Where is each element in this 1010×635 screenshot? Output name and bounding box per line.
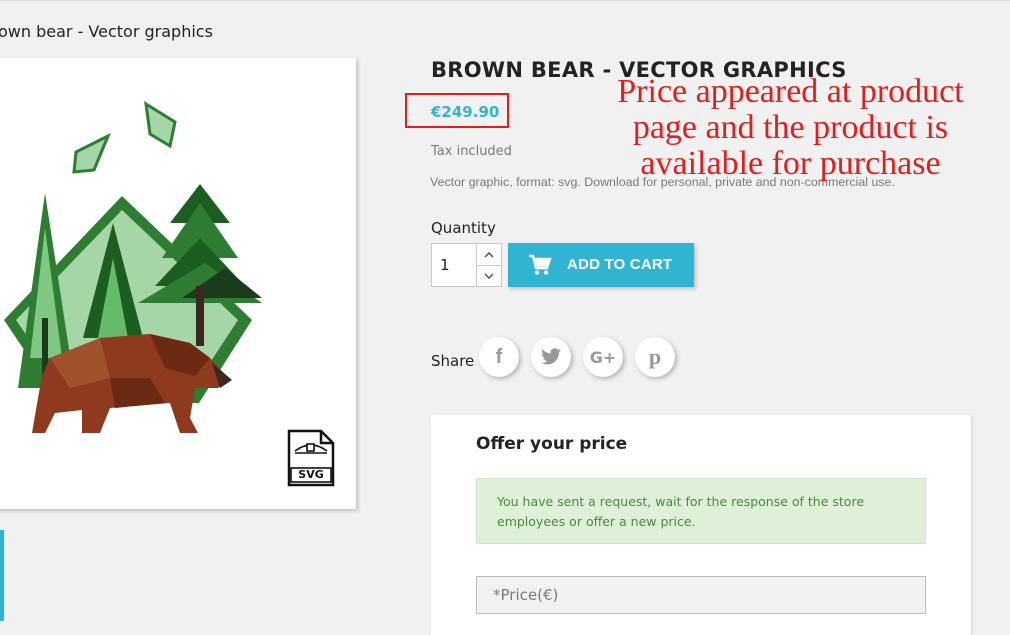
quantity-buttons — [476, 244, 501, 286]
quantity-input[interactable] — [432, 244, 478, 286]
add-to-cart-button[interactable]: ADD TO CART — [508, 243, 694, 287]
facebook-icon: f — [495, 345, 503, 368]
product-image-card[interactable]: SVG — [0, 58, 356, 509]
quantity-label: Quantity — [431, 219, 496, 237]
top-divider — [0, 0, 1010, 1]
google-plus-icon: G+ — [589, 347, 617, 367]
quantity-decrease-button[interactable] — [477, 265, 501, 286]
annotation-line-2: page and the product is — [632, 109, 949, 146]
share-label: Share — [431, 352, 475, 370]
annotation-text: Price appeared at product page and the p… — [588, 74, 993, 182]
pinterest-icon: p — [648, 344, 662, 369]
product-image-bear: SVG — [4, 101, 335, 487]
annotation-line-1: Price appeared at product — [617, 73, 964, 110]
pinterest-share-button[interactable]: p — [635, 337, 675, 377]
twitter-icon — [541, 348, 561, 365]
quantity-stepper[interactable] — [431, 243, 502, 287]
chevron-up-icon — [484, 251, 494, 258]
tax-note: Tax included — [431, 144, 512, 159]
cart-icon — [529, 254, 552, 275]
annotation-line-3: available for purchase — [640, 145, 941, 182]
chevron-down-icon — [484, 272, 494, 279]
svg-badge-text: SVG — [298, 468, 323, 481]
quantity-increase-button[interactable] — [477, 244, 501, 266]
twitter-share-button[interactable] — [531, 337, 571, 377]
add-to-cart-label: ADD TO CART — [567, 256, 673, 273]
google-plus-share-button[interactable]: G+ — [583, 337, 623, 377]
thumbnail-selected[interactable] — [0, 530, 4, 621]
offer-title: Offer your price — [476, 434, 628, 454]
facebook-share-button[interactable]: f — [479, 337, 519, 377]
offer-status-alert: You have sent a request, wait for the re… — [476, 478, 926, 544]
offer-price-input[interactable] — [476, 576, 926, 614]
product-price: €249.90 — [431, 103, 500, 121]
offer-price-panel: Offer your price You have sent a request… — [431, 415, 971, 635]
breadcrumb[interactable]: own bear - Vector graphics — [0, 22, 213, 41]
